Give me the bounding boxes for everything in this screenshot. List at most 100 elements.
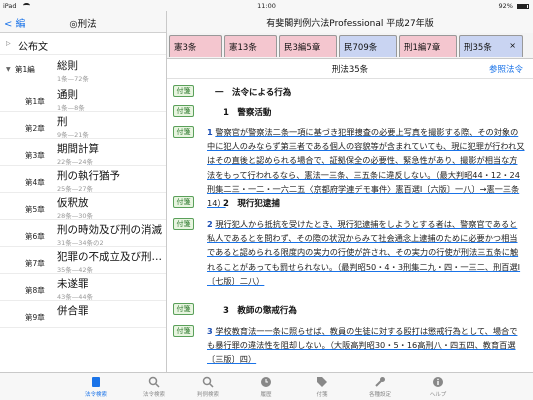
chapter-range: 28条—30条 xyxy=(57,212,94,220)
bottom-tab-label: 履歴 xyxy=(260,392,272,398)
bottom-tab-bar: 法令検索 法令検索 判例検索 履歴 付箋 各種設定 ヘルプ xyxy=(0,372,533,400)
fusen-button[interactable]: 付箋 xyxy=(173,126,194,138)
article-header: 刑法35条 参照法令 xyxy=(167,59,533,79)
search-icon xyxy=(148,376,160,388)
tab-bar: 憲3条 憲13条 民3編5章 民709条 刑1編7章 刑35条 × xyxy=(167,33,533,59)
chapter-tag: 第9章 xyxy=(25,313,45,322)
fusen-button[interactable]: 付箋 xyxy=(173,303,194,315)
chapter-tag: 第7章 xyxy=(25,259,45,268)
chapter-tag: 第3章 xyxy=(25,151,45,160)
tab-1[interactable]: 憲3条 xyxy=(169,35,222,57)
tab-label: 刑1編7章 xyxy=(404,43,441,53)
part-tag: 第1編 xyxy=(15,65,35,74)
clock: 11:00 xyxy=(257,2,276,10)
battery-percent: 92% xyxy=(498,2,513,10)
sidebar: < 編 ◎刑法 ▷ 公布文 ▼ 第1編 総則 1条—72条 第1章 通則 1条—8条… xyxy=(0,11,167,372)
tab-label: 民3編5章 xyxy=(284,43,321,53)
main-panel: 有斐閣判例六法Professional 平成27年版 憲3条 憲13条 民3編5章 民… xyxy=(167,11,533,372)
book-icon xyxy=(90,376,102,388)
chapter-tag: 第5章 xyxy=(25,205,45,214)
bottom-tab-label: 各種設定 xyxy=(368,392,391,398)
chapter-range: 22条—24条 xyxy=(57,158,94,166)
chapter-list: 第1章 通則 1条—8条 第2章 刑 9条—21条 第3章 期間計算 22条—24条 第4章 刑の執… xyxy=(0,85,166,328)
fusen-button[interactable]: 付箋 xyxy=(173,196,194,208)
sidebar-chapter[interactable]: 第9章 併合罪 xyxy=(0,301,166,328)
chapter-title: 刑の時効及び刑の消滅 xyxy=(57,224,162,236)
chapter-title: 仮釈放 xyxy=(57,197,89,209)
annotation-number[interactable]: 2 xyxy=(207,219,213,229)
sidebar-chapter[interactable]: 第3章 期間計算 22条—24条 xyxy=(0,139,166,166)
annotation-number[interactable]: 1 xyxy=(207,127,213,137)
bottom-tab-label: 判例検索 xyxy=(196,392,219,398)
fusen-button[interactable]: 付箋 xyxy=(173,105,194,117)
fusen-button[interactable]: 付箋 xyxy=(173,218,194,230)
chevron-right-icon: ▷ xyxy=(6,40,11,47)
sidebar-chapter[interactable]: 第7章 犯罪の不成立及び刑… 35条—42条 xyxy=(0,247,166,274)
article-title: 刑法35条 xyxy=(331,65,369,75)
bottom-tab-4[interactable]: 履歴 xyxy=(238,376,294,398)
section-heading: 一 法令による行為 xyxy=(215,88,292,98)
chapter-range: 1条—8条 xyxy=(57,104,85,112)
bottom-tab-label: 法令検索 xyxy=(142,392,165,398)
annotation-text: 現行犯人から抵抗を受けたとき、現行犯逮捕をしようとする者は、警察官であると私人で… xyxy=(207,219,521,286)
bottom-tab-7[interactable]: ヘルプ xyxy=(410,376,466,398)
tab-6[interactable]: 刑35条 × xyxy=(459,35,523,57)
chevron-down-icon: ▼ xyxy=(6,66,11,73)
sidebar-chapter[interactable]: 第2章 刑 9条—21条 xyxy=(0,112,166,139)
chapter-tag: 第4章 xyxy=(25,178,45,187)
bottom-tab-2[interactable]: 法令検索 xyxy=(126,376,182,398)
part-range: 1条—72条 xyxy=(57,75,89,83)
clock-icon xyxy=(260,376,272,388)
article-content: 付箋 一 法令による行為 付箋 1 警察活動 付箋 1 警察官が警察法二条一項に… xyxy=(167,79,533,372)
annotation-text: 警察官が警察法二条一項に基づき犯罪捜査の必要上写真を撮影する際、その対象の中に犯… xyxy=(207,127,525,209)
sidebar-item-label: 公布文 xyxy=(18,42,48,53)
search-icon xyxy=(202,376,214,388)
sidebar-chapter[interactable]: 第6章 刑の時効及び刑の消滅 31条—34条の2 xyxy=(0,220,166,247)
sidebar-chapter[interactable]: 第5章 仮釈放 28条—30条 xyxy=(0,193,166,220)
fusen-button[interactable]: 付箋 xyxy=(173,85,194,97)
chapter-title: 刑の執行猶予 xyxy=(57,170,120,182)
sidebar-chapter[interactable]: 第1章 通則 1条—8条 xyxy=(0,85,166,112)
chapter-title: 期間計算 xyxy=(57,143,99,155)
bottom-tab-1[interactable]: 法令検索 xyxy=(68,376,124,398)
bottom-tab-label: ヘルプ xyxy=(429,392,447,398)
chapter-range: 25条—27条 xyxy=(57,185,94,193)
bottom-tab-6[interactable]: 各種設定 xyxy=(352,376,408,398)
sidebar-title: ◎刑法 xyxy=(69,19,97,30)
annotation-number[interactable]: 3 xyxy=(207,326,213,336)
subsection-heading: 3 教師の懲戒行為 xyxy=(223,306,297,316)
tab-2[interactable]: 憲13条 xyxy=(224,35,277,57)
annotation-paragraph: 2 現行犯人から抵抗を受けたとき、現行犯逮捕をしようとする者は、警察官であると私… xyxy=(207,217,525,288)
fusen-button[interactable]: 付箋 xyxy=(173,325,194,337)
info-icon xyxy=(432,376,444,388)
close-icon[interactable]: × xyxy=(509,41,516,50)
tag-icon xyxy=(316,376,328,388)
chapter-range: 43条—44条 xyxy=(57,293,94,301)
chapter-tag: 第1章 xyxy=(25,97,45,106)
app-title: 有斐閣判例六法Professional 平成27年版 xyxy=(167,11,533,33)
sidebar-item-koufubun[interactable]: ▷ 公布文 xyxy=(0,33,166,55)
sidebar-chapter[interactable]: 第4章 刑の執行猶予 25条—27条 xyxy=(0,166,166,193)
bottom-tab-5[interactable]: 付箋 xyxy=(294,376,350,398)
tab-label: 刑35条 xyxy=(464,43,492,53)
sidebar-part-1[interactable]: ▼ 第1編 総則 1条—72条 xyxy=(0,55,166,85)
chapter-range: 31条—34条の2 xyxy=(57,239,104,247)
subsection-heading: 2 現行犯逮捕 xyxy=(223,199,280,209)
reference-law-button[interactable]: 参照法令 xyxy=(489,63,523,75)
chapter-title: 併合罪 xyxy=(57,305,89,317)
chapter-tag: 第6章 xyxy=(25,232,45,241)
sidebar-nav: < 編 ◎刑法 xyxy=(0,11,166,33)
tab-4[interactable]: 民709条 xyxy=(339,35,397,57)
sidebar-chapter[interactable]: 第8章 未遂罪 43条—44条 xyxy=(0,274,166,301)
annotation-text: 学校教育法一一条に照らせば、教員の生徒に対する殴打は懲戒行為として、場合でも暴行… xyxy=(207,326,518,365)
chapter-title: 刑 xyxy=(57,116,68,128)
bottom-tab-3[interactable]: 判例検索 xyxy=(180,376,236,398)
subsection-heading: 1 警察活動 xyxy=(223,108,272,118)
tab-5[interactable]: 刑1編7章 xyxy=(399,35,457,57)
chapter-range: 9条—21条 xyxy=(57,131,89,139)
battery-indicator: 92% xyxy=(498,2,529,10)
tab-3[interactable]: 民3編5章 xyxy=(279,35,337,57)
chapter-range: 35条—42条 xyxy=(57,266,94,274)
tab-label: 憲3条 xyxy=(174,43,197,53)
chapter-tag: 第8章 xyxy=(25,286,45,295)
